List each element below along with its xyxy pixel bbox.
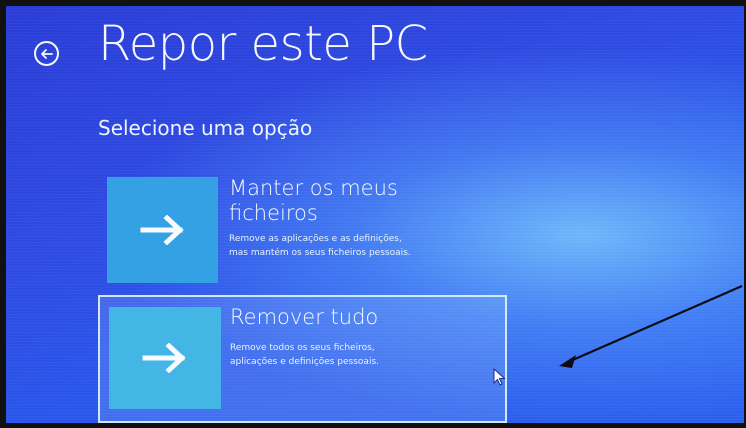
keep-option-description: Remove as aplicações e as definições, ma… — [229, 233, 494, 261]
keep-option-title-line2: ficheiros — [229, 201, 318, 226]
keep-option-title-line1: Manter os meus — [229, 176, 398, 200]
keep-option-description-line1: Remove as aplicações e as definições, — [229, 234, 402, 244]
mouse-cursor-icon — [493, 368, 506, 386]
remove-option-description-line2: aplicações e definições pessoais. — [230, 356, 379, 367]
back-button[interactable] — [34, 41, 59, 66]
keep-my-files-option[interactable]: Manter os meus ficheiros Remove as aplic… — [98, 176, 507, 283]
remove-everything-option[interactable]: Remover tudo Remove todos os seus fichei… — [98, 295, 507, 423]
back-arrow-circle-icon — [40, 48, 53, 59]
remove-option-title-line1: Remover tudo — [230, 305, 379, 329]
remove-option-icon-box — [109, 307, 221, 409]
keep-option-title: Manter os meus ficheiros — [229, 176, 489, 226]
arrow-right-icon — [142, 343, 186, 373]
choose-option-heading: Selecione uma opção — [98, 116, 313, 140]
keep-option-icon-box — [107, 177, 218, 283]
keep-option-description-line2: mas mantém os seus ficheiros pessoais. — [229, 247, 411, 258]
remove-option-description-line1: Remove todos os seus ficheiros, — [230, 343, 375, 353]
remove-option-description: Remove todos os seus ficheiros, aplicaçõ… — [230, 342, 495, 370]
reset-pc-screen: Repor este PC Selecione uma opção Manter… — [6, 6, 744, 423]
remove-option-title: Remover tudo — [230, 305, 490, 330]
arrow-right-icon — [140, 215, 184, 245]
page-title: Repor este PC — [98, 16, 428, 72]
